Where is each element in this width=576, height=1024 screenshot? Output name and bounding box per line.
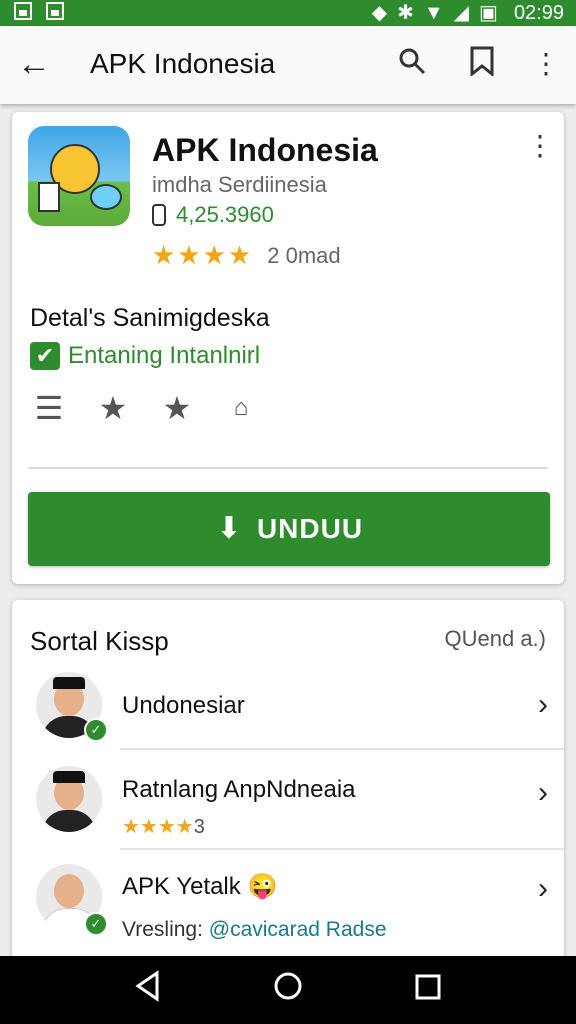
battery-icon: ▣ (479, 2, 498, 24)
list-item-stars: ★★★★3 (122, 814, 205, 839)
share-icon[interactable]: ⌂ (224, 390, 258, 426)
rating-stars: ★★★★ (152, 240, 254, 270)
back-triangle-icon[interactable] (128, 970, 168, 1010)
app-version-text: 4,25.3960 (176, 202, 274, 227)
home-circle-icon[interactable] (268, 970, 308, 1010)
bookmark-icon[interactable] (464, 46, 500, 82)
recents-square-icon[interactable] (408, 970, 448, 1010)
list-item[interactable]: Ratnlang AnpNdneaia ★★★★3 › (12, 750, 564, 846)
image-icon (46, 2, 64, 20)
signal-icon: ◆ (371, 2, 388, 24)
download-button[interactable]: ⬇ UNDUU (28, 492, 550, 566)
chevron-right-icon: › (538, 688, 548, 721)
chevron-right-icon: › (538, 776, 548, 809)
check-icon: ✔ (30, 342, 60, 370)
list-item-title: Undonesiar (122, 692, 245, 719)
star-icon[interactable]: ★ (160, 390, 194, 426)
download-icon: ⬇ (216, 512, 242, 545)
status-left-icons (14, 2, 64, 20)
wifi-icon: ▼ (423, 2, 444, 24)
verified-icon: ✓ (84, 718, 108, 742)
list-item-sub: Vresling: @cavicarad Radse (122, 918, 387, 942)
section-title: Sortal Kissp (30, 626, 169, 656)
avatar (36, 766, 102, 832)
emoji-icon: 😜 (247, 873, 278, 900)
nav-bar (0, 956, 576, 1024)
details-title: Detal's Sanimigdeska (30, 304, 270, 332)
rating-count: 3 (193, 816, 205, 838)
app-name: APK Indonesia (152, 132, 378, 168)
verified-icon: ✓ (84, 912, 108, 936)
app-icon (28, 126, 130, 226)
social-card: Sortal Kissp QUend a.) ✓ Undonesiar › Ra… (12, 600, 564, 960)
install-status-text: Entaning Intanlnirl (68, 342, 261, 369)
list-item[interactable]: ✓ Undonesiar › (12, 658, 564, 754)
app-bar: ← APK Indonesia ⋮ (0, 26, 576, 104)
app-card: APK Indonesia imdha Serdiinesia 4,25.396… (12, 112, 564, 584)
status-bar: ◆ ✱ ▼ ◢ ▣ 02:99 (0, 0, 576, 26)
app-version: 4,25.3960 (152, 202, 274, 228)
status-right-icons: ◆ ✱ ▼ ◢ ▣ 02:99 (372, 0, 564, 26)
mention-link[interactable]: @cavicarad Radse (209, 918, 387, 941)
list-item[interactable]: ✓ APK Yetalk 😜 Vresling: @cavicarad Rads… (12, 850, 564, 946)
status-time: 02:99 (513, 2, 564, 24)
cell-icon: ◢ (453, 2, 470, 24)
list-item-title: Ratnlang AnpNdneaia (122, 776, 356, 803)
install-status: ✔ Entaning Intanlnirl (30, 342, 260, 370)
app-subtitle: imdha Serdiinesia (152, 172, 327, 197)
clip-icon (152, 204, 166, 226)
page-title: APK Indonesia (90, 48, 276, 79)
list-item-title-text: APK Yetalk (122, 873, 241, 900)
divider (28, 467, 548, 469)
more-vert-icon[interactable]: ⋮ (528, 46, 564, 82)
detail-icons: ☰ ★ ★ ⌂ (32, 390, 258, 426)
rating-text: 2 0mad (267, 242, 341, 268)
more-vert-icon[interactable]: ⋮ (526, 132, 554, 160)
arrow-left-icon[interactable]: ← (16, 46, 52, 82)
image-icon (14, 2, 32, 20)
chevron-right-icon: › (538, 872, 548, 905)
section-link[interactable]: QUend a.) (445, 626, 547, 652)
list-icon[interactable]: ☰ (32, 390, 66, 426)
star-icon[interactable]: ★ (96, 390, 130, 426)
bluetooth-icon: ✱ (397, 2, 414, 24)
list-item-title: APK Yetalk 😜 (122, 872, 277, 901)
rating-stars: ★★★★ (122, 816, 194, 838)
sub-prefix: Vresling: (122, 918, 209, 941)
app-rating: ★★★★ 2 0mad (152, 240, 341, 271)
download-label: UNDUU (256, 513, 364, 544)
search-icon[interactable] (394, 46, 430, 82)
